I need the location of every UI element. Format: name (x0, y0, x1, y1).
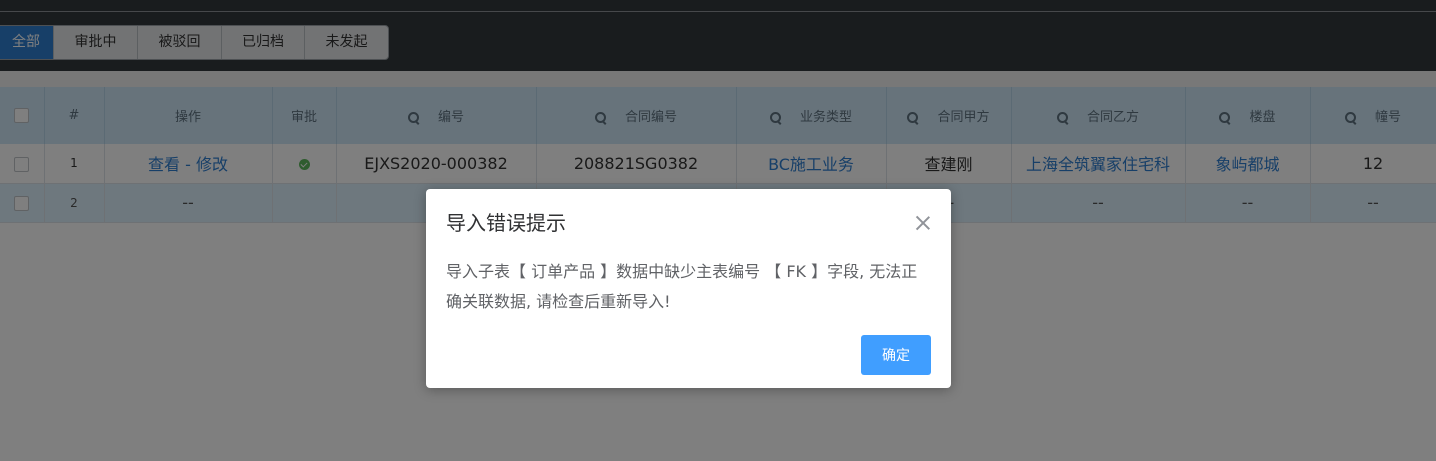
close-icon[interactable] (915, 215, 931, 231)
import-error-dialog: 导入错误提示 导入子表【 订单产品 】数据中缺少主表编号 【 FK 】字段, 无… (426, 189, 951, 388)
dialog-message: 导入子表【 订单产品 】数据中缺少主表编号 【 FK 】字段, 无法正确关联数据… (446, 262, 918, 311)
confirm-button[interactable]: 确定 (861, 335, 931, 375)
dialog-title: 导入错误提示 (446, 211, 566, 235)
